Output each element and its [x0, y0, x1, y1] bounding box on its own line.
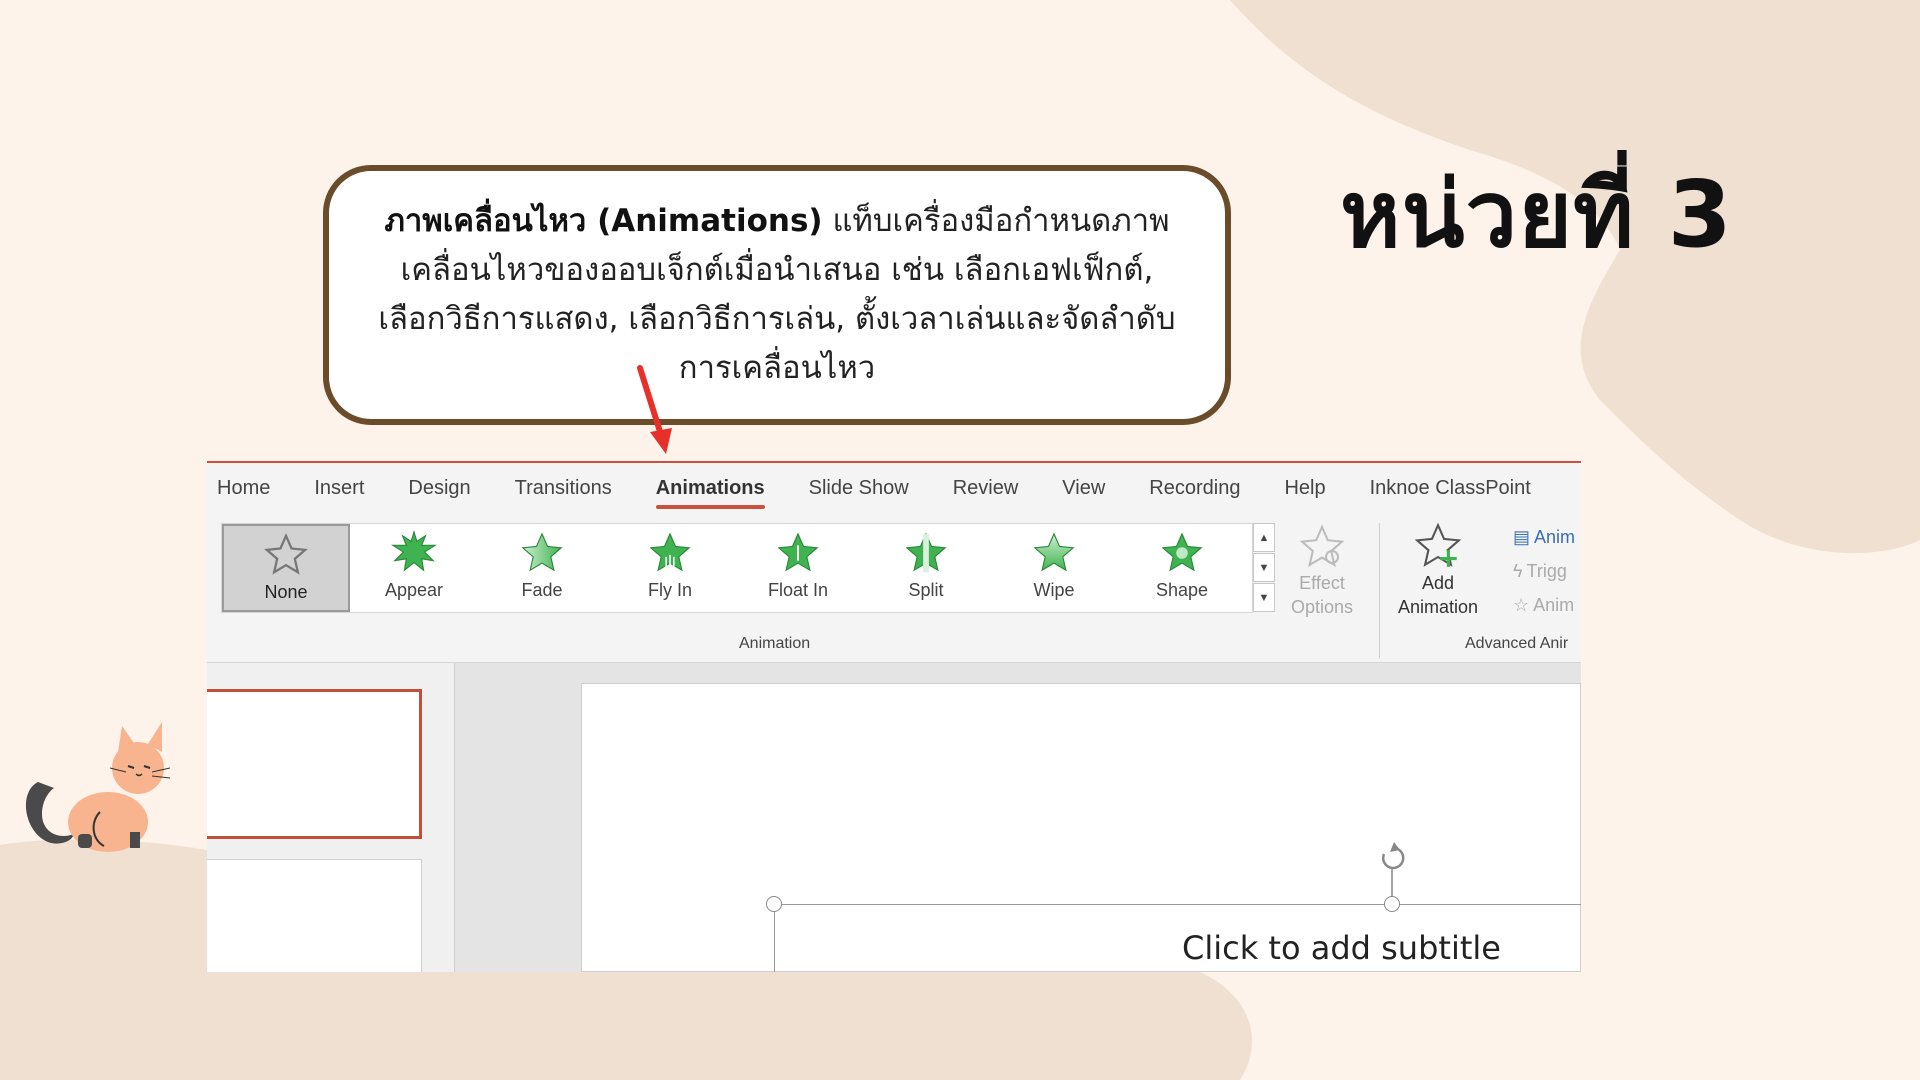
star-brush-icon: ☆: [1513, 595, 1530, 615]
slide-thumbnail[interactable]: [207, 859, 422, 972]
callout-line1: แท็บเครื่องมือกำหนดภาพ: [822, 203, 1170, 239]
animation-label: Fade: [521, 580, 563, 600]
red-arrow-icon: [637, 365, 672, 454]
tab-view[interactable]: View: [1062, 477, 1105, 500]
tab-animations[interactable]: Animations: [655, 477, 765, 509]
slide-thumbnails-pane: [207, 663, 455, 972]
animation-label: Split: [908, 580, 944, 600]
group-separator: [1379, 523, 1380, 658]
star-float-icon: [777, 532, 819, 572]
advanced-animation-group-label: Advanced Anir: [1465, 635, 1569, 652]
animation-label: None: [264, 582, 308, 602]
animation-label: Float In: [767, 580, 829, 600]
gallery-scroll-down-button[interactable]: ▼: [1253, 553, 1275, 582]
callout-text: ภาพเคลื่อนไหว (Animations) แท็บเครื่องมื…: [378, 197, 1175, 393]
animation-appear-button[interactable]: Appear: [350, 524, 478, 612]
star-plus-icon: [1414, 522, 1462, 567]
resize-handle[interactable]: [1384, 896, 1400, 912]
ribbon-body: None Appear Fade Fly In Float In Split W…: [207, 513, 1581, 663]
effect-options-line2: Options: [1290, 597, 1354, 617]
effect-options-line1: Effect: [1299, 573, 1345, 593]
add-animation-button[interactable]: Add Animation: [1383, 521, 1493, 631]
star-shape-icon: [1161, 532, 1203, 572]
callout-box: ภาพเคลื่อนไหว (Animations) แท็บเครื่องมื…: [323, 165, 1231, 425]
tab-inknoe-classpoint[interactable]: Inknoe ClassPoint: [1370, 477, 1531, 500]
animation-wipe-button[interactable]: Wipe: [990, 524, 1118, 612]
tab-home[interactable]: Home: [217, 477, 270, 500]
star-outline-icon: [264, 532, 308, 575]
gallery-scroll-up-button[interactable]: ▲: [1253, 523, 1275, 552]
slide-canvas-area: Click to add subtitle: [455, 663, 1581, 972]
animation-float-in-button[interactable]: Float In: [734, 524, 862, 612]
animation-label: Wipe: [1033, 580, 1075, 600]
tab-help[interactable]: Help: [1284, 477, 1325, 500]
subtitle-placeholder-text[interactable]: Click to add subtitle: [1182, 929, 1501, 967]
effect-options-button[interactable]: Effect Options: [1277, 523, 1367, 623]
powerpoint-screenshot: Home Insert Design Transitions Animation…: [207, 461, 1581, 972]
tab-review[interactable]: Review: [953, 477, 1019, 500]
star-gear-icon: [1299, 524, 1345, 568]
animation-label: Appear: [384, 580, 444, 600]
animation-fly-in-button[interactable]: Fly In: [606, 524, 734, 612]
animation-pane-button[interactable]: ▤ Anim: [1513, 527, 1575, 548]
animation-pane-label: Anim: [1534, 527, 1576, 547]
star-fade-icon: [521, 532, 563, 572]
rotate-handle-icon[interactable]: [1372, 842, 1412, 902]
lightning-icon: ϟ: [1513, 561, 1523, 581]
animation-pane-icon: ▤: [1513, 527, 1531, 547]
tab-design[interactable]: Design: [408, 477, 470, 500]
star-wipe-icon: [1033, 532, 1075, 572]
trigger-label: Trigg: [1526, 561, 1567, 581]
slide-thumbnail-selected[interactable]: [207, 689, 422, 839]
gallery-scroll: ▲ ▼ ▼: [1253, 523, 1275, 613]
callout-bold-term: ภาพเคลื่อนไหว (Animations): [384, 203, 823, 239]
animation-painter-button[interactable]: ☆ Anim: [1513, 595, 1574, 616]
animation-gallery: None Appear Fade Fly In Float In Split W…: [221, 523, 1253, 613]
cat-illustration-icon: [25, 722, 171, 852]
animation-painter-label: Anim: [1533, 595, 1575, 615]
star-fly-icon: [649, 532, 691, 575]
callout-line2: เคลื่อนไหวของออบเจ็กต์เมื่อนำเสนอ เช่น เ…: [400, 252, 1154, 288]
tab-insert[interactable]: Insert: [314, 477, 364, 500]
star-split-icon: [905, 532, 947, 573]
add-animation-line1: Add: [1421, 573, 1455, 593]
animation-none-button[interactable]: None: [222, 524, 350, 612]
animation-label: Fly In: [647, 580, 692, 600]
tab-transitions[interactable]: Transitions: [515, 477, 612, 500]
tab-recording[interactable]: Recording: [1149, 477, 1240, 500]
tab-slide-show[interactable]: Slide Show: [809, 477, 909, 500]
callout-line3: เลือกวิธีการแสดง, เลือกวิธีการเล่น, ตั้ง…: [378, 301, 1176, 337]
animation-label: Shape: [1155, 580, 1209, 600]
trigger-button[interactable]: ϟ Trigg: [1513, 561, 1567, 582]
slide: Click to add subtitle: [581, 683, 1581, 972]
animation-shape-button[interactable]: Shape: [1118, 524, 1246, 612]
animation-fade-button[interactable]: Fade: [478, 524, 606, 612]
resize-handle[interactable]: [766, 896, 782, 912]
gallery-more-button[interactable]: ▼: [1253, 583, 1275, 612]
animation-group-label: Animation: [739, 635, 811, 652]
star-burst-icon: [391, 530, 437, 572]
callout-line4: การเคลื่อนไหว: [678, 350, 876, 386]
unit-title: หน่วยที่ 3: [1340, 161, 1733, 268]
ribbon-tabs: Home Insert Design Transitions Animation…: [207, 463, 1581, 513]
animation-split-button[interactable]: Split: [862, 524, 990, 612]
add-animation-line2: Animation: [1397, 597, 1479, 617]
